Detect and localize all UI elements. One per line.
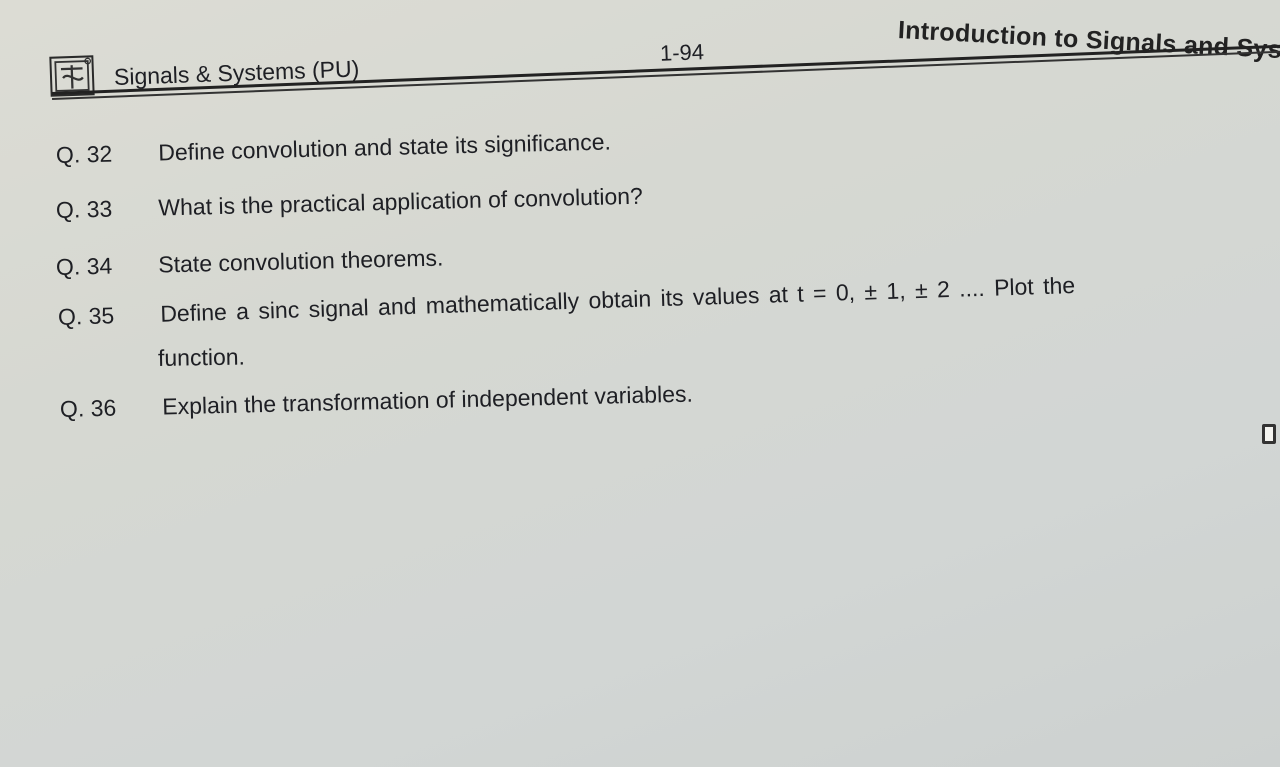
- question-text: State convolution theorems.: [158, 244, 444, 278]
- question-text: Explain the transformation of independen…: [162, 380, 694, 420]
- book-page: Signals & Systems (PU) 1-94 Introduction…: [0, 0, 1280, 767]
- question-text: Define a sinc signal and mathematically …: [159, 272, 1076, 327]
- question-item: Q. 34 State convolution theorems.: [56, 245, 444, 281]
- margin-marker-icon: [1262, 424, 1276, 444]
- question-item: Q. 35 Define a sinc signal and mathemati…: [58, 272, 1076, 331]
- page-number: 1-94: [659, 39, 705, 66]
- question-number: Q. 34: [55, 252, 113, 280]
- question-number: Q. 36: [59, 394, 117, 422]
- question-item: Q. 33 What is the practical application …: [56, 183, 643, 224]
- question-number: Q. 33: [55, 195, 113, 223]
- question-item: Q. 36 Explain the transformation of inde…: [60, 381, 693, 423]
- question-text-continuation: function.: [157, 343, 246, 371]
- question-item: Q. 32 Define convolution and state its s…: [56, 128, 611, 169]
- question-number: Q. 32: [55, 140, 113, 168]
- question-text: What is the practical application of con…: [158, 182, 644, 221]
- question-number: Q. 35: [57, 302, 115, 330]
- question-text: Define convolution and state its signifi…: [158, 128, 612, 166]
